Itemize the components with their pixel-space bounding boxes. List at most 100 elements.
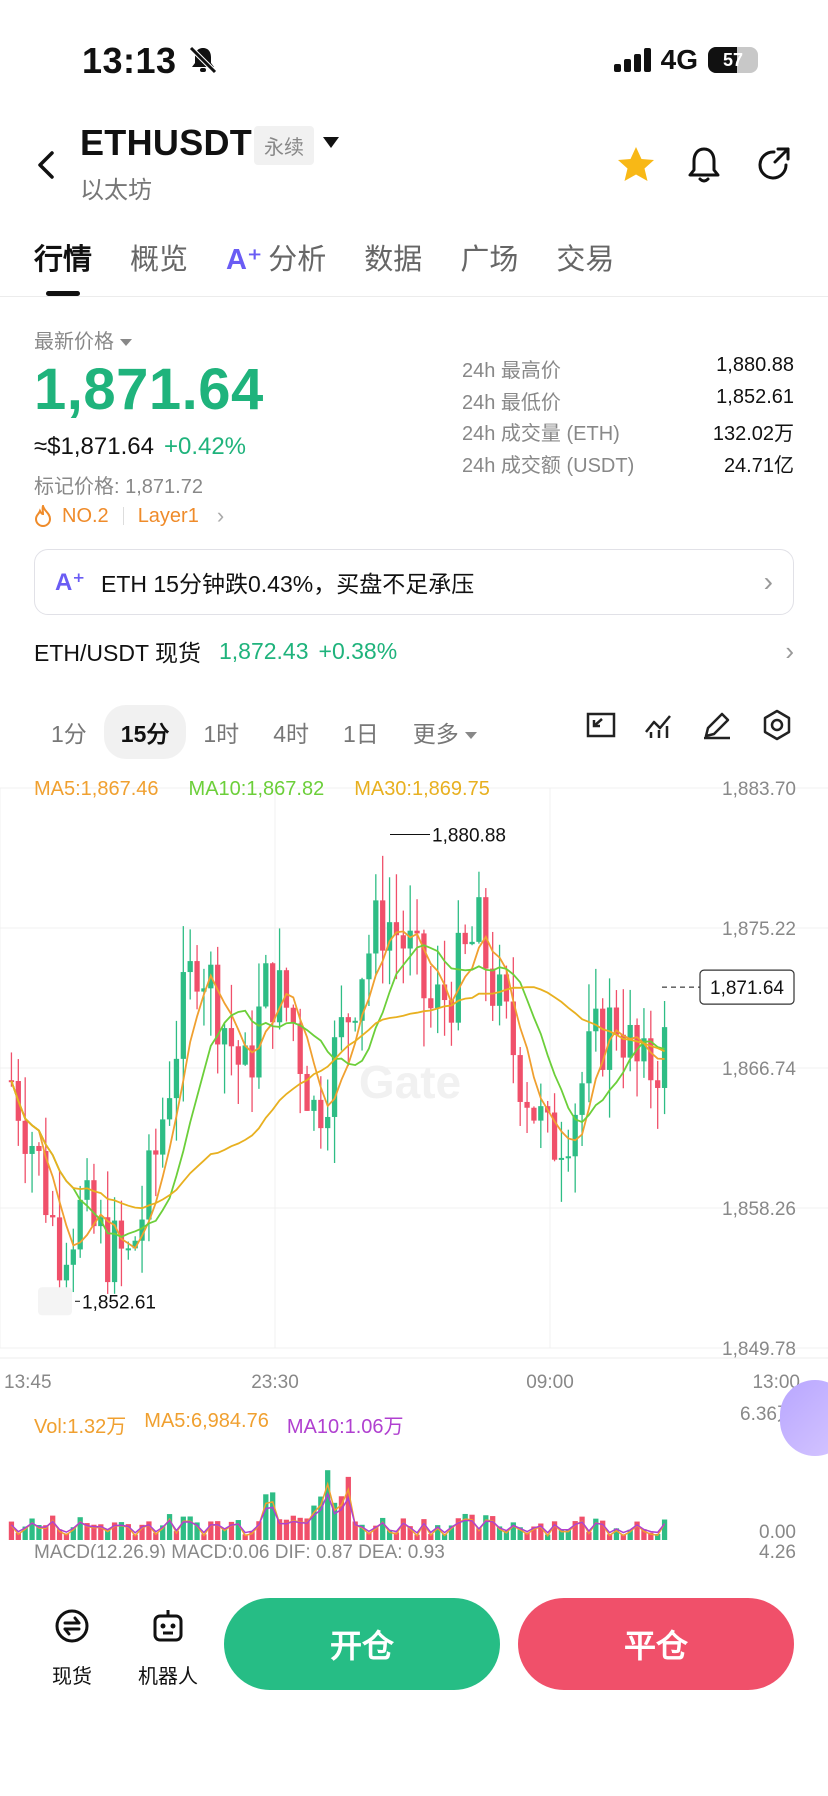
status-right: 4G 57 <box>613 44 758 76</box>
volume-bar <box>483 1515 489 1540</box>
candle-body <box>325 1116 331 1129</box>
y-tick-label: 1,866.74 <box>722 1059 796 1080</box>
star-icon[interactable] <box>614 143 658 187</box>
tab-market[interactable]: 行情 <box>34 236 92 278</box>
candle-body <box>50 1215 56 1218</box>
ma10-value: MA10:1,867.82 <box>188 778 325 800</box>
candle-body <box>29 1145 35 1154</box>
tab-data[interactable]: 数据 <box>364 236 422 278</box>
stat-key: 24h 成交量 (ETH) <box>462 423 620 445</box>
fullscreen-icon[interactable] <box>584 708 618 742</box>
candle-body <box>538 1106 544 1121</box>
candle-body <box>297 1023 303 1074</box>
bell-icon[interactable] <box>682 143 726 187</box>
last-price-label[interactable]: 最新价格 <box>34 325 132 354</box>
share-icon[interactable] <box>752 143 796 187</box>
interval-1d[interactable]: 1日 <box>326 705 396 759</box>
volume-bar <box>380 1517 386 1540</box>
interval-1m[interactable]: 1分 <box>34 705 104 759</box>
spot-nav[interactable]: 现货 <box>32 1606 112 1689</box>
current-price-label: 1,871.64 <box>710 978 784 999</box>
stat-key: 24h 成交额 (USDT) <box>462 454 635 477</box>
spot-nav-label: 现货 <box>52 1666 92 1688</box>
interval-4h[interactable]: 4时 <box>256 705 326 759</box>
volume-bar <box>29 1518 35 1540</box>
tab-trade[interactable]: 交易 <box>556 236 614 278</box>
x-tick-label: 13:45 <box>4 1372 52 1393</box>
candle-body <box>366 953 372 980</box>
ma5-line <box>10 930 665 1250</box>
candle-body <box>290 1007 296 1024</box>
candle-body <box>407 930 413 949</box>
candle-body <box>558 1157 565 1160</box>
candle-body <box>655 1080 661 1088</box>
candle-body <box>263 963 269 1007</box>
tab-square[interactable]: 广场 <box>460 236 518 278</box>
candle-body <box>228 1028 235 1047</box>
volume-bar <box>490 1516 496 1540</box>
spot-change: +0.38% <box>318 637 398 664</box>
mark-price: 标记价格: 1,871.72 <box>34 476 203 498</box>
indicator-icon[interactable] <box>642 708 676 742</box>
vol-ma5-value: MA5:6,984.76 <box>144 1410 269 1432</box>
open-position-button[interactable]: 开仓 <box>224 1598 500 1690</box>
last-price: 1,871.64 <box>34 357 264 422</box>
candle-body <box>661 1027 668 1088</box>
volume-bar <box>77 1517 83 1540</box>
signal-icon <box>613 48 651 72</box>
candle-body <box>428 998 434 1009</box>
candle-body <box>345 1017 351 1023</box>
candle-body <box>579 1083 585 1115</box>
close-position-button[interactable]: 平仓 <box>518 1598 794 1690</box>
interval-15m[interactable]: 15分 <box>103 705 187 759</box>
bot-nav[interactable]: 机器人 <box>128 1606 208 1689</box>
candle-body <box>331 1037 338 1117</box>
candle-body <box>91 1180 97 1227</box>
tag-separator <box>122 507 124 525</box>
interval-1h[interactable]: 1时 <box>186 705 256 759</box>
settings-icon[interactable] <box>760 708 794 742</box>
candle-body <box>524 1101 530 1108</box>
interval-more[interactable]: 更多 <box>396 705 494 759</box>
chevron-right-icon: › <box>763 566 773 597</box>
chevron-down-icon <box>464 732 477 740</box>
candlestick-chart[interactable]: 1,883.70 1,875.22 1,866.74 1,858.26 1,849.78… <box>0 768 828 1558</box>
volume-bar <box>593 1518 599 1540</box>
candle-body <box>572 1114 578 1157</box>
draw-pen-icon[interactable] <box>700 708 734 742</box>
volume-bar <box>8 1521 15 1540</box>
candle-body <box>531 1107 537 1121</box>
candle-body <box>70 1249 76 1265</box>
candle-body <box>352 1020 358 1023</box>
y-tick-label: 1,875.22 <box>722 919 796 940</box>
candle-body <box>221 1028 228 1045</box>
x-tick-label: 23:30 <box>251 1372 299 1393</box>
robot-icon <box>153 1610 183 1642</box>
candle-body <box>173 1058 180 1099</box>
spot-market-row[interactable]: ETH/USDT 现货 1,872.43 +0.38% › <box>34 634 794 668</box>
candle-body <box>634 1024 640 1062</box>
y-tick-label: 1,849.78 <box>722 1339 796 1360</box>
volume-bar <box>290 1515 296 1540</box>
ai-insight-banner[interactable]: A⁺ ETH 15分钟跌0.43%，买盘不足承压 › <box>34 549 794 615</box>
candle-body <box>318 1099 324 1129</box>
candle-body <box>414 930 420 934</box>
candle-body <box>270 963 276 1023</box>
candle-body <box>36 1145 42 1151</box>
volume-bar <box>270 1492 276 1540</box>
candle-body <box>105 1217 111 1283</box>
tab-overview[interactable]: 概览 <box>130 236 188 278</box>
stat-key: 24h 最低价 <box>462 391 561 414</box>
tags-row[interactable]: NO.2 Layer1 › <box>34 503 224 529</box>
pair-dropdown-icon[interactable] <box>323 137 339 148</box>
back-icon[interactable] <box>28 145 68 185</box>
spot-name: ETH/USDT 现货 <box>34 640 201 666</box>
volume-bar <box>469 1514 475 1540</box>
candle-body <box>483 897 489 969</box>
candle-body <box>63 1264 70 1281</box>
pair-title[interactable]: ETHUSDT <box>80 122 252 164</box>
candle-body <box>476 897 482 942</box>
tab-analysis[interactable]: A⁺ 分析 <box>226 236 326 278</box>
candle-body <box>187 961 193 973</box>
candle-body <box>565 1156 571 1159</box>
